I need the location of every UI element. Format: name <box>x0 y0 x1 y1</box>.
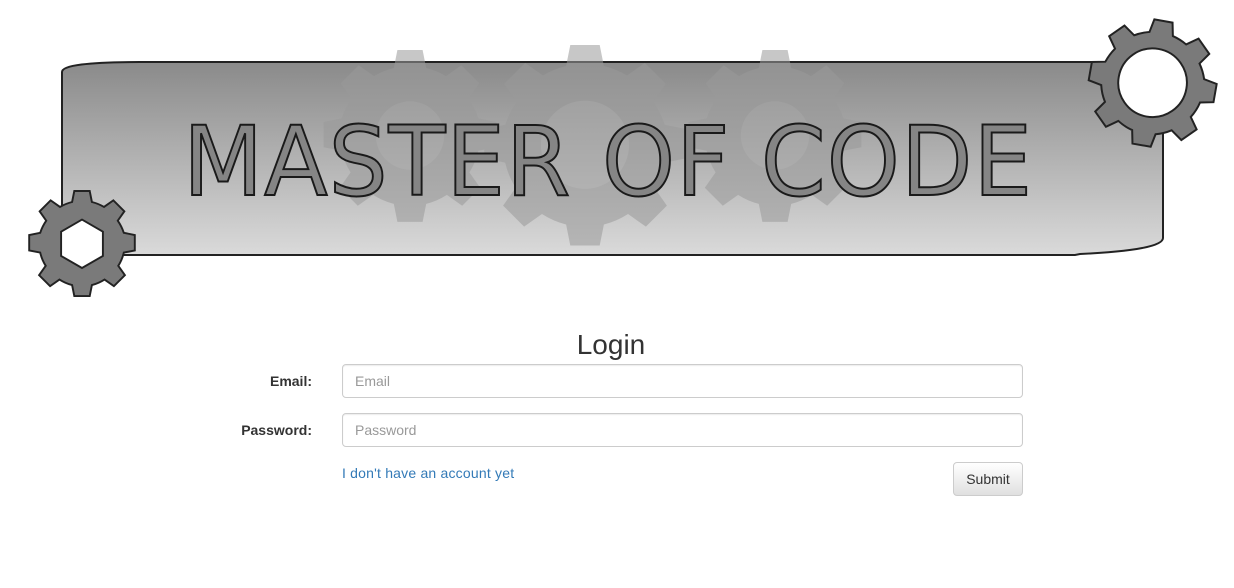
login-title: Login <box>576 329 646 360</box>
header-banner: MASTER OF CODE <box>0 0 1234 305</box>
email-row: Email: <box>0 364 1234 398</box>
password-field[interactable] <box>342 413 1023 447</box>
banner-title: MASTER OF CODE <box>183 106 1033 218</box>
login-page: MASTER OF CODE Login Email: Password: I … <box>0 0 1234 588</box>
gear-bottom-left-icon <box>28 190 136 298</box>
submit-button[interactable]: Submit <box>953 462 1023 496</box>
email-field[interactable] <box>342 364 1023 398</box>
password-label: Password: <box>241 422 312 438</box>
no-account-link[interactable]: I don't have an account yet <box>342 463 514 483</box>
password-row: Password: <box>0 413 1234 447</box>
email-label: Email: <box>269 373 312 389</box>
